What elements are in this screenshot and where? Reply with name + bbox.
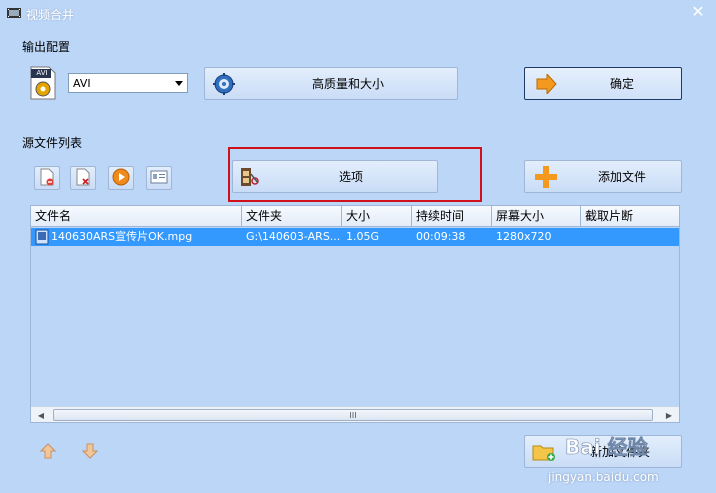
confirm-button[interactable]: 确定	[524, 67, 682, 100]
move-down-button[interactable]	[81, 443, 99, 459]
add-file-button[interactable]: 添加文件	[524, 160, 682, 193]
clear-file-icon	[75, 168, 91, 189]
row-size: 1.05G	[346, 230, 380, 243]
column-header-size[interactable]: 大小	[342, 206, 412, 227]
scroll-right-icon[interactable]: ▶	[661, 407, 677, 423]
table-header: 文件名 文件夹 大小 持续时间 屏幕大小 截取片断	[31, 206, 679, 227]
format-select-value: AVI	[73, 76, 91, 90]
column-header-duration[interactable]: 持续时间	[412, 206, 492, 227]
window-title: 视频合并	[26, 8, 75, 22]
play-icon	[112, 168, 130, 189]
arrow-right-icon	[529, 73, 563, 94]
quality-size-button[interactable]: 高质量和大小	[204, 67, 458, 100]
row-clip	[581, 228, 679, 246]
remove-file-button[interactable]	[34, 166, 60, 190]
quality-size-label: 高质量和大小	[311, 77, 384, 91]
video-file-icon	[35, 229, 49, 245]
film-app-icon	[6, 5, 22, 21]
title-bar: 视频合并 ✕	[0, 0, 716, 26]
arrow-up-icon	[39, 443, 57, 459]
column-header-name[interactable]: 文件名	[31, 206, 242, 227]
format-select[interactable]: AVI	[68, 73, 188, 93]
folder-add-icon	[529, 442, 559, 462]
chevron-down-icon[interactable]	[171, 74, 187, 92]
row-file-name: 140630ARS宣传片OK.mpg	[51, 230, 193, 243]
arrow-down-icon	[81, 443, 99, 459]
scrollbar-thumb[interactable]	[53, 409, 653, 421]
watermark-logo-text: Bai 经验	[565, 435, 648, 459]
clear-files-button[interactable]	[70, 166, 96, 190]
avi-badge-text: AVI	[36, 69, 48, 77]
row-resolution: 1280x720	[496, 230, 552, 243]
avi-file-icon: AVI	[28, 66, 58, 100]
info-card-icon	[150, 170, 168, 187]
watermark-url: jingyan.baidu.com	[548, 470, 659, 484]
gear-icon	[209, 72, 239, 95]
play-button[interactable]	[108, 166, 134, 190]
table-row[interactable]: 140630ARS宣传片OK.mpg G:\140603-ARS... 1.05…	[31, 228, 679, 246]
add-file-label: 添加文件	[597, 170, 646, 184]
row-folder: G:\140603-ARS...	[246, 230, 341, 243]
output-config-label: 输出配置	[22, 40, 71, 54]
column-header-folder[interactable]: 文件夹	[242, 206, 342, 227]
row-duration: 00:09:38	[416, 230, 466, 243]
plus-icon	[529, 165, 563, 189]
file-list-table[interactable]: 文件名 文件夹 大小 持续时间 屏幕大小 截取片断 140630ARS宣传片OK…	[30, 205, 680, 423]
properties-button[interactable]	[146, 166, 172, 190]
source-list-label: 源文件列表	[22, 136, 83, 150]
baidu-jingyan-watermark: Bai 经验	[565, 432, 675, 462]
grip-icon	[350, 412, 356, 418]
confirm-label: 确定	[609, 77, 634, 91]
scroll-left-icon[interactable]: ◀	[33, 407, 49, 423]
column-header-clip[interactable]: 截取片断	[581, 206, 679, 227]
move-up-button[interactable]	[39, 443, 57, 459]
horizontal-scrollbar[interactable]: ◀ ▶	[31, 406, 679, 422]
delete-file-icon	[39, 168, 55, 189]
close-icon[interactable]: ✕	[690, 4, 706, 20]
column-header-resolution[interactable]: 屏幕大小	[492, 206, 581, 227]
highlight-box	[228, 147, 482, 202]
